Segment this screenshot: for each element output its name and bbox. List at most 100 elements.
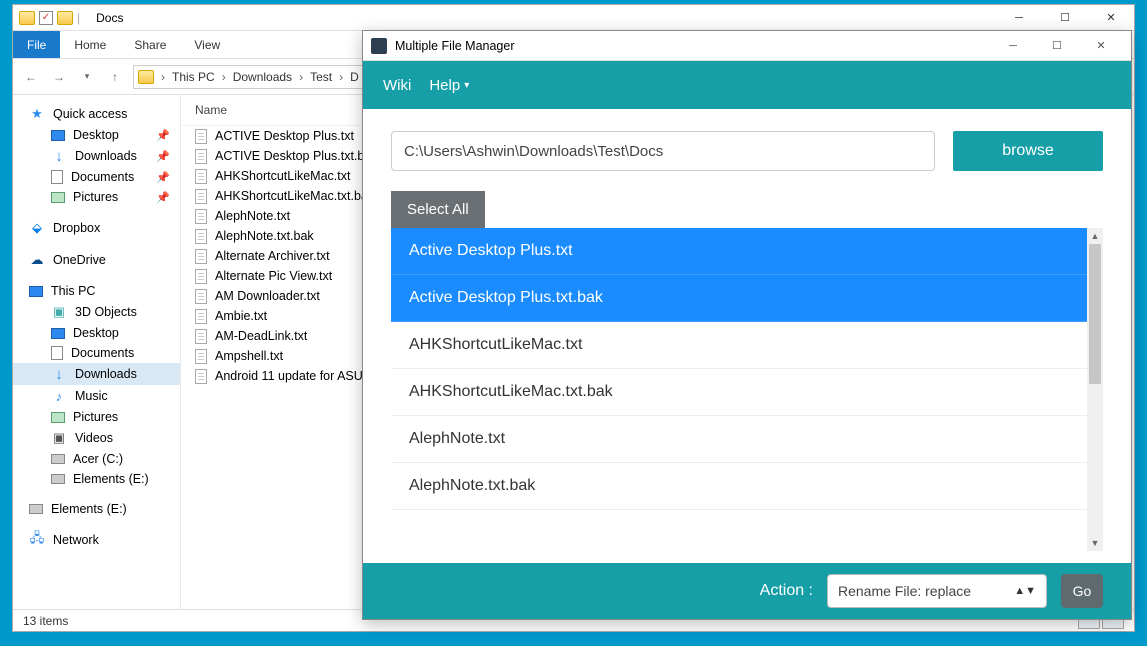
file-name: Ampshell.txt	[215, 349, 283, 363]
nav-desktop[interactable]: Desktop📌	[13, 125, 180, 145]
nav-this-pc[interactable]: This PC	[13, 281, 180, 301]
nav-network[interactable]: 🖧Network	[13, 529, 180, 551]
file-icon	[195, 269, 207, 284]
menu-help[interactable]: Help▾	[429, 77, 469, 94]
nav-documents-pc[interactable]: Documents	[13, 343, 180, 363]
nav-3d-objects[interactable]: ▣3D Objects	[13, 301, 180, 323]
minimize-button[interactable]: ─	[996, 5, 1042, 31]
mfm-footer: Action : Rename File: replace ▲▼ Go	[363, 563, 1131, 619]
folder-icon	[19, 11, 35, 25]
action-select[interactable]: Rename File: replace ▲▼	[827, 574, 1047, 608]
nav-documents[interactable]: Documents📌	[13, 167, 180, 187]
scroll-down-arrow[interactable]: ▼	[1087, 535, 1103, 551]
pictures-icon	[51, 412, 65, 423]
nav-downloads[interactable]: ↓Downloads📌	[13, 145, 180, 167]
forward-button[interactable]: →	[49, 70, 69, 84]
nav-dropbox[interactable]: ⬙Dropbox	[13, 217, 180, 239]
list-item[interactable]: AHKShortcutLikeMac.txt.bak	[391, 369, 1087, 416]
nav-pane: ★Quick access Desktop📌 ↓Downloads📌 Docum…	[13, 95, 181, 609]
list-item[interactable]: Active Desktop Plus.txt	[391, 228, 1087, 275]
nav-videos[interactable]: ▣Videos	[13, 427, 180, 449]
list-item[interactable]: AlephNote.txt.bak	[391, 463, 1087, 510]
pin-icon: 📌	[156, 191, 170, 204]
close-button[interactable]: ✕	[1079, 31, 1123, 61]
file-icon	[195, 249, 207, 264]
back-button[interactable]: ←	[21, 70, 41, 84]
folder-icon	[138, 70, 154, 84]
pin-icon: 📌	[156, 171, 170, 184]
download-icon: ↓	[51, 148, 67, 164]
file-icon	[195, 149, 207, 164]
scroll-up-arrow[interactable]: ▲	[1087, 228, 1103, 244]
file-icon	[195, 189, 207, 204]
breadcrumb-item[interactable]: Downloads	[233, 70, 292, 84]
mfm-menubar: Wiki Help▾	[363, 61, 1131, 109]
select-all-button[interactable]: Select All	[391, 191, 485, 228]
close-button[interactable]: ✕	[1088, 5, 1134, 31]
nav-drive-c[interactable]: Acer (C:)	[13, 449, 180, 469]
file-name: AlephNote.txt.bak	[215, 229, 314, 243]
tab-share[interactable]: Share	[120, 31, 180, 58]
music-icon: ♪	[51, 388, 67, 404]
select-caret-icon: ▲▼	[1014, 585, 1036, 597]
file-icon	[195, 229, 207, 244]
browse-button[interactable]: browse	[953, 131, 1103, 171]
maximize-button[interactable]: ☐	[1042, 5, 1088, 31]
pc-icon	[29, 286, 43, 297]
onedrive-icon: ☁	[29, 252, 45, 268]
qat-check-icon[interactable]: ✓	[39, 11, 53, 25]
desktop-icon	[51, 328, 65, 339]
breadcrumb-item[interactable]: This PC	[172, 70, 215, 84]
tab-home[interactable]: Home	[60, 31, 120, 58]
nav-desktop-pc[interactable]: Desktop	[13, 323, 180, 343]
scrollbar[interactable]: ▲ ▼	[1087, 228, 1103, 551]
file-icon	[195, 129, 207, 144]
window-title: Docs	[96, 11, 123, 25]
up-button[interactable]: ↑	[105, 70, 125, 84]
tab-file[interactable]: File	[13, 31, 60, 58]
file-icon	[195, 309, 207, 324]
star-icon: ★	[29, 106, 45, 122]
file-name: ACTIVE Desktop Plus.txt.ba	[215, 149, 371, 163]
maximize-button[interactable]: ☐	[1035, 31, 1079, 61]
nav-music[interactable]: ♪Music	[13, 385, 180, 407]
file-name: Android 11 update for ASU	[215, 369, 363, 383]
nav-drive-e-ext[interactable]: Elements (E:)	[13, 499, 180, 519]
breadcrumb-item[interactable]: D	[350, 70, 359, 84]
list-item[interactable]: AlephNote.txt	[391, 416, 1087, 463]
file-list: Active Desktop Plus.txtActive Desktop Pl…	[391, 228, 1087, 551]
nav-onedrive[interactable]: ☁OneDrive	[13, 249, 180, 271]
videos-icon: ▣	[51, 430, 67, 446]
action-select-value: Rename File: replace	[838, 583, 971, 599]
go-button[interactable]: Go	[1061, 574, 1103, 608]
nav-pictures-pc[interactable]: Pictures	[13, 407, 180, 427]
tab-view[interactable]: View	[180, 31, 234, 58]
desktop-icon	[51, 130, 65, 141]
scroll-thumb[interactable]	[1089, 244, 1101, 384]
folder-icon[interactable]	[57, 11, 73, 25]
nav-downloads-pc[interactable]: ↓Downloads	[13, 363, 180, 385]
list-item[interactable]: AHKShortcutLikeMac.txt	[391, 322, 1087, 369]
breadcrumb-item[interactable]: Test	[310, 70, 332, 84]
file-name: AlephNote.txt	[215, 209, 290, 223]
nav-quick-access[interactable]: ★Quick access	[13, 103, 180, 125]
file-name: Ambie.txt	[215, 309, 267, 323]
action-label: Action :	[760, 582, 813, 600]
nav-pictures[interactable]: Pictures📌	[13, 187, 180, 207]
app-icon	[371, 38, 387, 54]
path-input[interactable]	[391, 131, 935, 171]
list-item[interactable]: Active Desktop Plus.txt.bak	[391, 275, 1087, 322]
nav-drive-e[interactable]: Elements (E:)	[13, 469, 180, 489]
drive-icon	[51, 474, 65, 484]
document-icon	[51, 346, 63, 360]
download-icon: ↓	[51, 366, 67, 382]
status-count: 13 items	[23, 614, 68, 628]
file-name: AHKShortcutLikeMac.txt	[215, 169, 350, 183]
mfm-title: Multiple File Manager	[395, 39, 515, 53]
pin-icon: 📌	[156, 150, 170, 163]
network-icon: 🖧	[29, 532, 45, 548]
history-dropdown[interactable]: ▾	[77, 71, 97, 82]
menu-wiki[interactable]: Wiki	[383, 77, 411, 94]
file-icon	[195, 369, 207, 384]
minimize-button[interactable]: ─	[991, 31, 1035, 61]
